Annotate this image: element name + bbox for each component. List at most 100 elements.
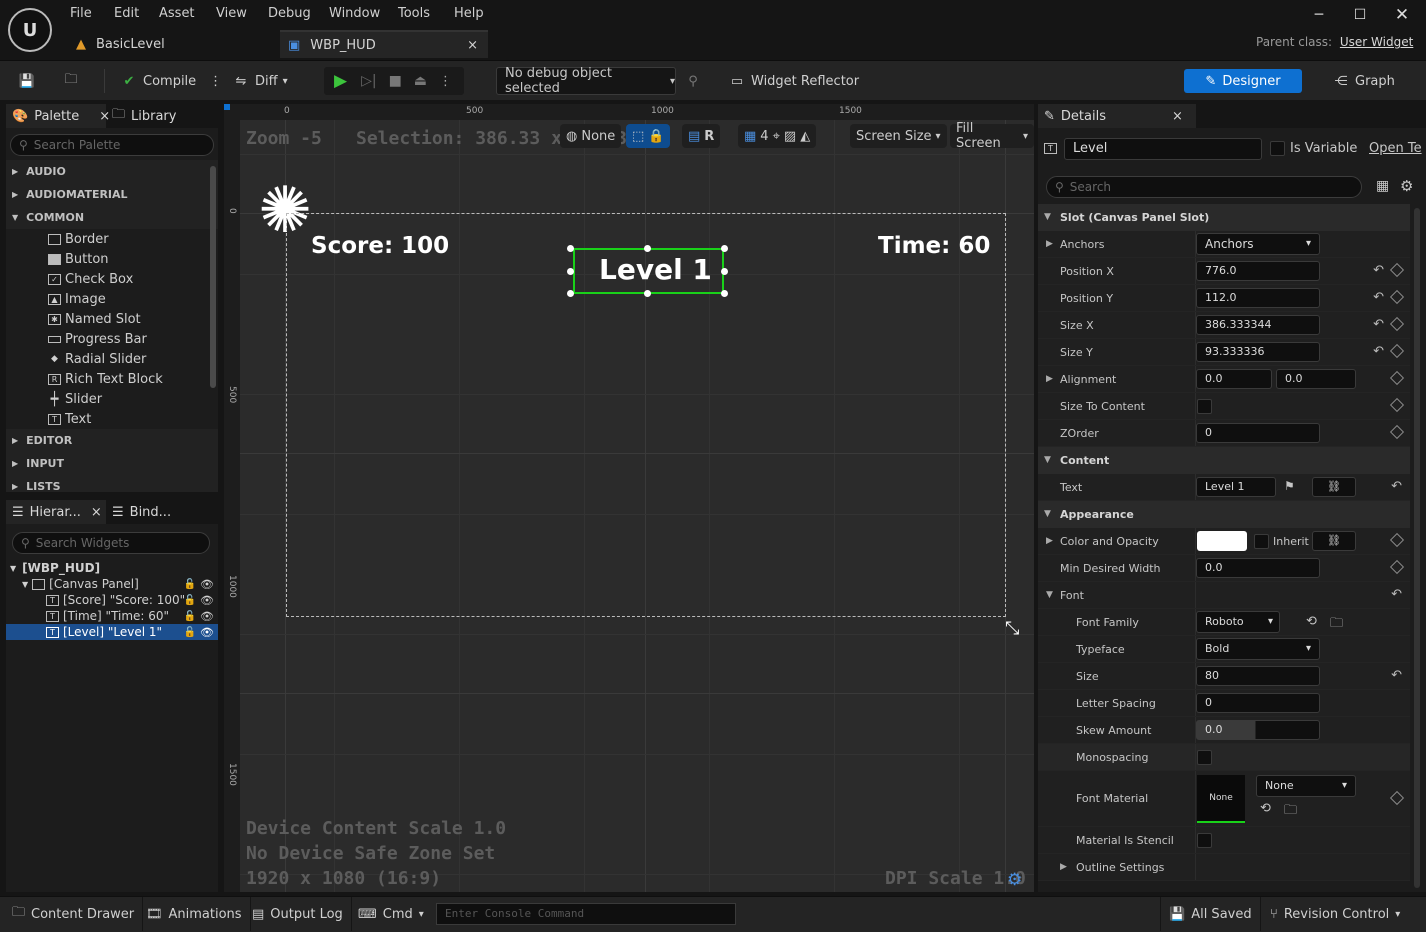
eject-icon[interactable]: ⏏	[414, 73, 427, 89]
menu-view[interactable]: View	[216, 6, 247, 21]
category-audio[interactable]: ▶ AUDIO	[6, 160, 218, 183]
min-width-input[interactable]: 0.0	[1196, 558, 1320, 578]
text-input[interactable]: Level 1	[1196, 477, 1276, 497]
anchors-dropdown[interactable]: Anchors ▾	[1196, 233, 1320, 255]
size-x-input[interactable]: 386.333344	[1196, 315, 1320, 335]
palette-item-check-box[interactable]: ✓ Check Box	[6, 269, 218, 289]
score-text[interactable]: Score: 100	[311, 233, 449, 259]
reset-icon[interactable]: ↶	[1373, 263, 1384, 278]
grid-snap[interactable]: ▦ 4 ⌖ ▨ ◭	[738, 124, 817, 148]
keyframe-icon[interactable]	[1389, 262, 1405, 278]
reset-icon[interactable]: ↶	[1391, 668, 1402, 683]
stencil-checkbox[interactable]	[1197, 833, 1212, 848]
level-text[interactable]: Level 1	[599, 253, 712, 286]
font-size-input[interactable]: 80	[1196, 666, 1320, 686]
typeface-dropdown[interactable]: Bold ▾	[1196, 638, 1320, 660]
debug-object-select[interactable]: No debug object selected ▾	[496, 66, 676, 96]
play-icon[interactable]: ▶	[334, 71, 347, 91]
letter-spacing-input[interactable]: 0	[1196, 693, 1320, 713]
size-y-input[interactable]: 93.333336	[1196, 342, 1320, 362]
graph-button[interactable]: ⋲ Graph	[1332, 69, 1395, 93]
palette-item-border[interactable]: Border	[6, 229, 218, 249]
reset-icon[interactable]: ↶	[1373, 344, 1384, 359]
tree-root[interactable]: ▼ [WBP_HUD]	[6, 560, 218, 576]
skew-slider[interactable]: 0.0	[1196, 720, 1320, 740]
browse-folder-icon[interactable]: 🗀	[1330, 614, 1343, 636]
cmd-select[interactable]: ⌨ Cmd ▾	[350, 897, 432, 931]
time-text[interactable]: Time: 60	[878, 233, 990, 259]
keyframe-icon[interactable]	[1389, 559, 1405, 575]
widget-search-input[interactable]: ⚲ Search Widgets	[12, 532, 210, 554]
position-x-input[interactable]: 776.0	[1196, 261, 1320, 281]
keyframe-icon[interactable]	[1389, 289, 1405, 305]
table-view-icon[interactable]: ▦	[1376, 178, 1389, 194]
debug-browse-icon[interactable]: ⚲	[684, 69, 702, 93]
palette-item-progress-bar[interactable]: Progress Bar	[6, 329, 218, 349]
menu-window[interactable]: Window	[329, 6, 380, 21]
widget-reflector-button[interactable]: ▭ Widget Reflector	[728, 69, 859, 93]
designer-canvas[interactable]: 0 500 1000 1500 0 500 1000 1500 Zoom -5 …	[224, 104, 1034, 892]
category-audiomaterial[interactable]: ▶ AUDIOMATERIAL	[6, 183, 218, 206]
content-drawer-button[interactable]: 🗀 Content Drawer	[4, 897, 144, 931]
dpi-settings-icon[interactable]: ⚙	[1007, 870, 1022, 890]
palette-scrollbar[interactable]	[210, 166, 216, 388]
close-window-icon[interactable]: ✕	[1385, 4, 1419, 26]
keyframe-icon[interactable]	[1389, 370, 1405, 386]
tab-basiclevel[interactable]: ▲ BasicLevel	[76, 30, 276, 58]
visibility-icon[interactable]: 👁	[200, 626, 214, 639]
tab-library[interactable]: 🗀 Library	[106, 104, 182, 128]
minimize-icon[interactable]: ─	[1302, 4, 1336, 26]
tab-palette[interactable]: 🎨 Palette ×	[6, 104, 110, 128]
reset-icon[interactable]: ↶	[1391, 479, 1402, 494]
details-scrollbar[interactable]	[1414, 208, 1420, 888]
lock-toggle[interactable]: ⬚ 🔒	[626, 124, 671, 148]
size-to-content-checkbox[interactable]	[1197, 399, 1212, 414]
visibility-icon[interactable]: 👁	[200, 594, 214, 607]
color-swatch[interactable]	[1197, 531, 1247, 551]
reset-icon[interactable]: ↶	[1373, 317, 1384, 332]
keyframe-icon[interactable]	[1389, 532, 1405, 548]
category-lists[interactable]: ▶ LISTS	[6, 475, 218, 492]
menu-file[interactable]: File	[70, 6, 92, 21]
keyframe-icon[interactable]	[1389, 343, 1405, 359]
play-options-icon[interactable]: ⋮	[439, 74, 452, 89]
palette-search-input[interactable]: ⚲ Search Palette	[10, 134, 214, 156]
close-icon[interactable]: ×	[91, 505, 102, 520]
section-appearance[interactable]: ▼ Appearance	[1038, 501, 1410, 528]
close-icon[interactable]: ×	[1172, 109, 1183, 124]
font-material-dropdown[interactable]: None ▾	[1256, 775, 1356, 797]
menu-asset[interactable]: Asset	[159, 6, 195, 21]
keyframe-icon[interactable]	[1389, 790, 1405, 806]
step-icon[interactable]: ▷|	[361, 73, 376, 89]
open-link[interactable]: Open Te	[1369, 141, 1422, 156]
save-status[interactable]: 💾 All Saved	[1160, 897, 1261, 931]
localization-preview[interactable]: ◍ None	[560, 124, 622, 148]
output-log-button[interactable]: ▤ Output Log	[244, 897, 352, 931]
zorder-input[interactable]: 0	[1196, 423, 1320, 443]
browse-icon[interactable]: 🗀	[62, 69, 80, 93]
bind-button[interactable]: ⛓	[1312, 531, 1356, 551]
details-search-input[interactable]: ⚲ Search	[1046, 176, 1362, 198]
settings-gear-icon[interactable]: ⚙	[1400, 177, 1413, 195]
use-selected-icon[interactable]: ⟲	[1260, 801, 1271, 816]
unreal-logo-icon[interactable]: U	[8, 8, 52, 52]
tree-item-score[interactable]: T [Score] "Score: 100" 🔓 👁	[6, 592, 218, 608]
fill-screen-select[interactable]: Fill Screen ▾	[950, 121, 1034, 151]
reset-icon[interactable]: ↶	[1373, 290, 1384, 305]
monospacing-checkbox[interactable]	[1197, 750, 1212, 765]
menu-debug[interactable]: Debug	[268, 6, 311, 21]
browse-folder-icon[interactable]: 🗀	[1284, 801, 1297, 823]
diff-button[interactable]: ⇋ Diff ▾	[232, 69, 288, 93]
use-selected-icon[interactable]: ⟲	[1306, 614, 1317, 629]
tree-item-canvas-panel[interactable]: ▼ [Canvas Panel] 🔓 👁	[6, 576, 218, 592]
menu-tools[interactable]: Tools	[398, 6, 430, 21]
lock-icon[interactable]: 🔓	[184, 627, 196, 638]
resize-canvas-icon[interactable]: ⤡	[1005, 618, 1019, 639]
position-y-input[interactable]: 112.0	[1196, 288, 1320, 308]
section-slot[interactable]: ▼ Slot (Canvas Panel Slot)	[1038, 204, 1410, 231]
visibility-icon[interactable]: 👁	[200, 578, 214, 591]
palette-item-button[interactable]: Button	[6, 249, 218, 269]
screen-size-select[interactable]: Screen Size ▾	[850, 124, 947, 148]
lock-icon[interactable]: 🔓	[184, 595, 196, 606]
level-text-selection[interactable]: Level 1	[573, 248, 724, 294]
